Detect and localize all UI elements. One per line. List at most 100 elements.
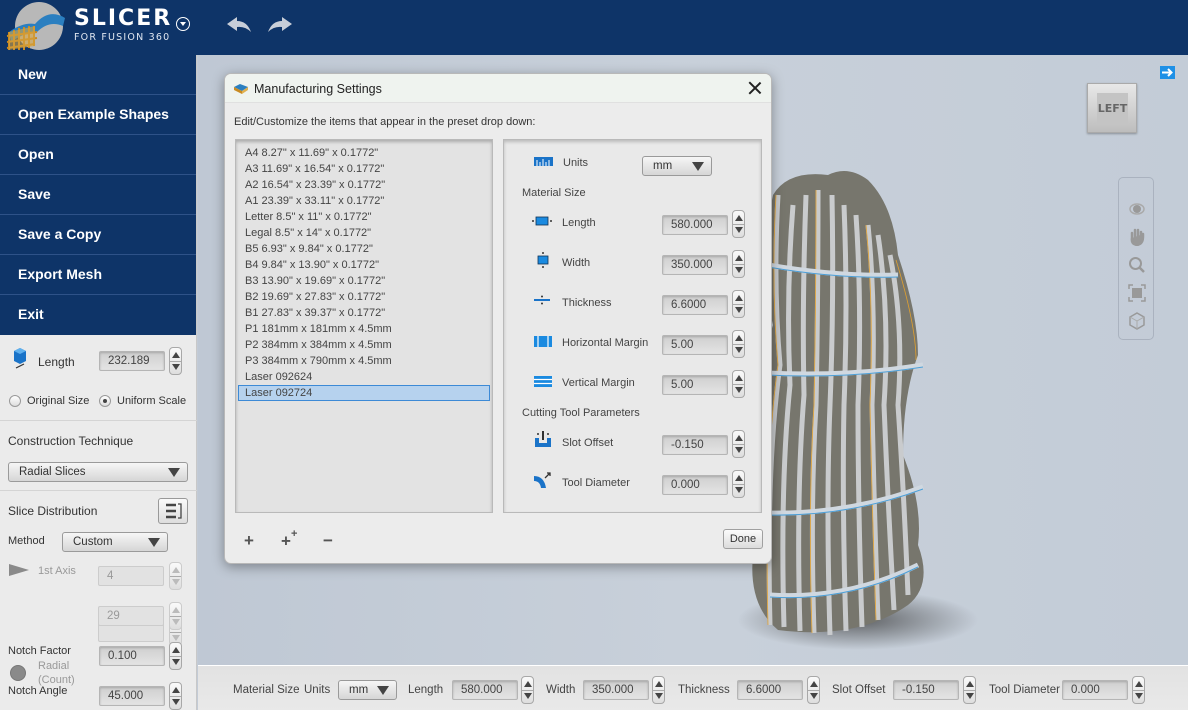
menu-item-open[interactable]: Open	[0, 135, 196, 175]
sb-slot-offset-label: Slot Offset	[832, 684, 886, 696]
thickness-spinner[interactable]	[732, 290, 745, 318]
thickness-label: Thickness	[562, 297, 612, 309]
sb-length-spinner[interactable]	[521, 676, 534, 704]
home-view-cube-icon[interactable]	[1128, 312, 1146, 330]
menu-item-exit[interactable]: Exit	[0, 295, 196, 335]
add-preset-button[interactable]: +	[244, 531, 254, 551]
construction-technique-section: Construction Technique Radial Slices	[0, 420, 197, 490]
thickness-icon	[534, 295, 550, 305]
menu-item-save-a-copy[interactable]: Save a Copy	[0, 215, 196, 255]
sb-tool-diameter-spinner[interactable]	[1132, 676, 1145, 704]
preset-list[interactable]: A4 8.27" x 11.69" x 0.1772" A3 11.69" x 1…	[235, 139, 493, 513]
width-spinner[interactable]	[732, 250, 745, 278]
radial-count-spinner[interactable]	[169, 602, 182, 630]
vertical-margin-input[interactable]: 5.00	[662, 375, 728, 395]
width-input[interactable]: 350.000	[662, 255, 728, 275]
sb-thickness-spinner[interactable]	[807, 676, 820, 704]
fit-view-icon[interactable]	[1128, 284, 1146, 302]
length-input[interactable]: 232.189	[99, 351, 165, 371]
close-icon[interactable]	[747, 80, 763, 96]
vertical-margin-icon	[534, 376, 552, 387]
menu-item-save[interactable]: Save	[0, 175, 196, 215]
view-cube[interactable]: LEFT	[1087, 83, 1137, 133]
view-cube-face[interactable]: LEFT	[1097, 93, 1128, 124]
length-spinner[interactable]	[169, 347, 182, 375]
first-axis-value[interactable]: 4	[98, 566, 164, 586]
menu-item-new[interactable]: New	[0, 55, 196, 95]
sb-slot-offset-input[interactable]: -0.150	[893, 680, 959, 700]
done-button[interactable]: Done	[723, 529, 763, 549]
orbit-icon[interactable]	[1128, 200, 1146, 218]
brand: SLICER FOR FUSION 360	[74, 6, 172, 43]
preset-item[interactable]: P3 384mm x 790mm x 4.5mm	[238, 353, 490, 369]
first-axis-value-spinner[interactable]	[169, 562, 182, 590]
radial-count-input[interactable]: 29	[98, 606, 164, 626]
notch-angle-spinner[interactable]	[169, 682, 182, 710]
construction-technique-heading: Construction Technique	[8, 434, 134, 448]
notch-factor-spinner[interactable]	[169, 642, 182, 670]
preset-item[interactable]: A2 16.54" x 23.39" x 0.1772"	[238, 177, 490, 193]
tool-diameter-spinner[interactable]	[732, 470, 745, 498]
preset-item[interactable]: Letter 8.5" x 11" x 0.1772"	[238, 209, 490, 225]
menu-item-export-mesh[interactable]: Export Mesh	[0, 255, 196, 295]
preset-item[interactable]: P2 384mm x 384mm x 4.5mm	[238, 337, 490, 353]
horizontal-margin-input[interactable]: 5.00	[662, 335, 728, 355]
length-spinner[interactable]	[732, 210, 745, 238]
preset-item[interactable]: Legal 8.5" x 14" x 0.1772"	[238, 225, 490, 241]
app-menu-dropdown-icon[interactable]	[176, 17, 190, 31]
preset-item[interactable]: B2 19.69" x 27.83" x 0.1772"	[238, 289, 490, 305]
original-size-radio[interactable]	[9, 395, 21, 407]
tool-diameter-input[interactable]: 0.000	[662, 475, 728, 495]
preset-item[interactable]: B5 6.93" x 9.84" x 0.1772"	[238, 241, 490, 257]
preset-item[interactable]: Laser 092624	[238, 369, 490, 385]
horizontal-margin-spinner[interactable]	[732, 330, 745, 358]
vertical-margin-spinner[interactable]	[732, 370, 745, 398]
app-small-logo-icon	[234, 84, 248, 94]
length-cube-icon	[14, 348, 26, 369]
sb-length-input[interactable]: 580.000	[452, 680, 518, 700]
preset-item[interactable]: B3 13.90" x 19.69" x 0.1772"	[238, 273, 490, 289]
slot-offset-input[interactable]: -0.150	[662, 435, 728, 455]
method-dropdown[interactable]: Custom	[62, 532, 168, 552]
preset-item[interactable]: B1 27.83" x 39.37" x 0.1772"	[238, 305, 490, 321]
zoom-magnifier-icon[interactable]	[1128, 256, 1146, 274]
construction-technique-dropdown[interactable]: Radial Slices	[8, 462, 188, 482]
slot-offset-spinner[interactable]	[732, 430, 745, 458]
sb-units-dropdown[interactable]: mm	[338, 680, 397, 700]
slicer-logo-icon	[6, 2, 65, 50]
sb-tool-diameter-input[interactable]: 0.000	[1062, 680, 1128, 700]
thickness-input[interactable]: 6.6000	[662, 295, 728, 315]
cutting-tool-parameters-heading: Cutting Tool Parameters	[522, 407, 640, 419]
preset-item[interactable]: A4 8.27" x 11.69" x 0.1772"	[238, 145, 490, 161]
preset-item[interactable]: A3 11.69" x 16.54" x 0.1772"	[238, 161, 490, 177]
redo-icon[interactable]	[266, 14, 294, 36]
pan-hand-icon[interactable]	[1128, 228, 1146, 246]
preset-item[interactable]: P1 181mm x 181mm x 4.5mm	[238, 321, 490, 337]
sb-width-spinner[interactable]	[652, 676, 665, 704]
tool-diameter-icon	[534, 472, 551, 488]
app-subtitle: FOR FUSION 360	[74, 32, 171, 43]
width-label: Width	[562, 257, 591, 269]
uniform-scale-radio[interactable]	[99, 395, 111, 407]
remove-preset-button[interactable]: −	[323, 531, 333, 551]
material-size-heading: Material Size	[522, 187, 586, 199]
notch-factor-input[interactable]: 0.100	[99, 646, 165, 666]
sb-width-input[interactable]: 350.000	[583, 680, 649, 700]
length-input[interactable]: 580.000	[662, 215, 728, 235]
units-dropdown[interactable]: mm	[642, 156, 712, 176]
sb-slot-offset-spinner[interactable]	[963, 676, 976, 704]
preset-item[interactable]: A1 23.39" x 33.11" x 0.1772"	[238, 193, 490, 209]
preset-item[interactable]: B4 9.84" x 13.90" x 0.1772"	[238, 257, 490, 273]
menu-item-open-example-shapes[interactable]: Open Example Shapes	[0, 95, 196, 135]
sb-thickness-input[interactable]: 6.6000	[737, 680, 803, 700]
sb-units-label: Units	[304, 684, 331, 696]
dialog-title-bar[interactable]: Manufacturing Settings	[225, 74, 771, 103]
length-icon	[532, 216, 552, 226]
undo-icon[interactable]	[225, 14, 253, 36]
duplicate-preset-button[interactable]: ++	[281, 528, 297, 552]
collapse-panel-button[interactable]	[1160, 66, 1175, 79]
notch-angle-input[interactable]: 45.000	[99, 686, 165, 706]
preset-item-selected[interactable]: Laser 092724	[238, 385, 490, 401]
slice-distribution-options-button[interactable]	[158, 498, 188, 524]
method-label: Method	[8, 535, 45, 547]
